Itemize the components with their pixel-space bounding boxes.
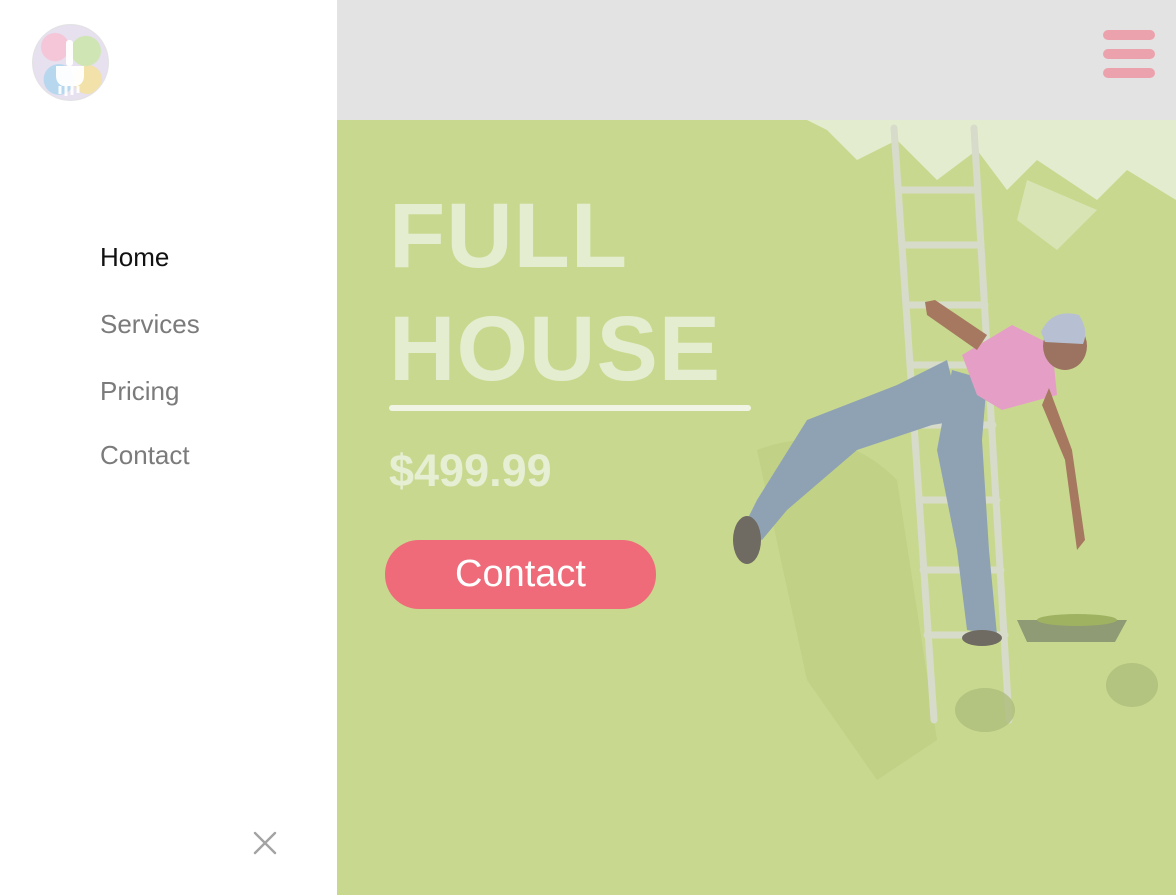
hamburger-menu-icon (1103, 30, 1155, 40)
nav-item-home[interactable]: Home (100, 240, 200, 274)
nav-item-pricing[interactable]: Pricing (100, 374, 200, 408)
close-drawer-button[interactable] (251, 829, 279, 857)
side-drawer: Home Services Pricing Contact (0, 0, 337, 895)
price-label: $499.99 (389, 445, 552, 496)
main-nav: Home Services Pricing Contact (100, 240, 200, 505)
hero-title-line2: HOUSE (389, 298, 722, 400)
title-underline (389, 405, 751, 411)
hero-title-line1: FULL (389, 185, 629, 287)
nav-item-contact[interactable]: Contact (100, 438, 200, 472)
paintbrush-logo[interactable] (32, 24, 109, 101)
contact-button[interactable]: Contact (385, 540, 656, 609)
hamburger-menu-icon-bar (1103, 68, 1155, 78)
hero-title: FULL HOUSE (389, 180, 721, 406)
top-bar (337, 0, 1176, 120)
nav-item-services[interactable]: Services (100, 307, 200, 341)
close-icon (253, 831, 277, 855)
hamburger-menu-button[interactable] (1103, 30, 1155, 80)
hamburger-menu-icon-bar (1103, 49, 1155, 59)
hero-section: FULL HOUSE $499.99 Contact (337, 120, 1176, 895)
